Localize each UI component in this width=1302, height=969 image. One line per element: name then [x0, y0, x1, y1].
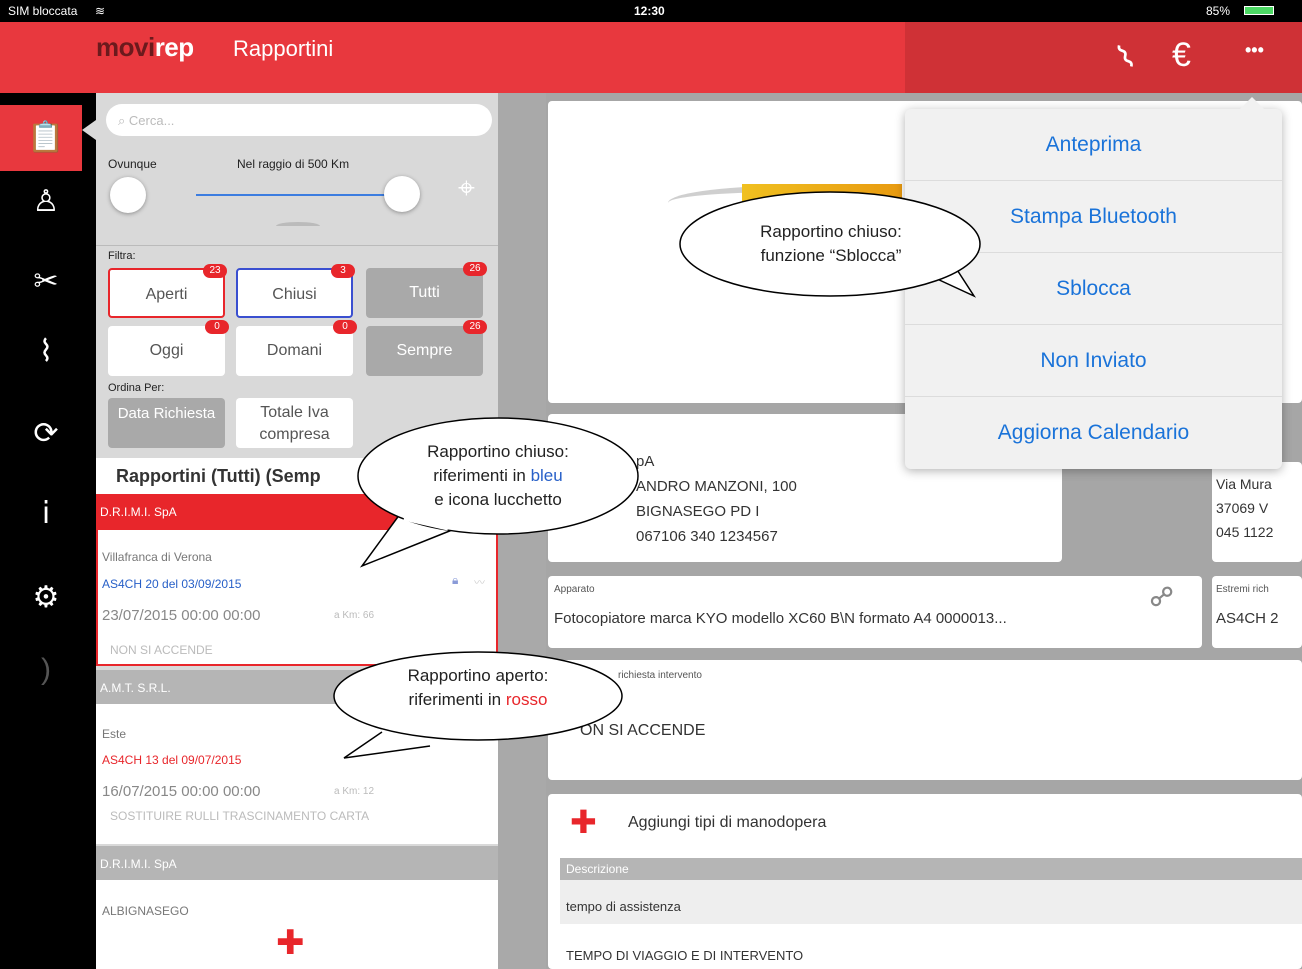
- table-cell: TEMPO DI VIAGGIO E DI INTERVENTO: [566, 948, 804, 963]
- item-description: SOSTITUIRE RULLI TRASCINAMENTO CARTA: [110, 809, 370, 823]
- attachment-icon[interactable]: ⌇: [24, 330, 68, 374]
- filter-label: Filtra:: [108, 250, 136, 262]
- more-icon[interactable]: •••: [1245, 40, 1264, 61]
- location-pin-icon[interactable]: ⌖: [458, 172, 475, 206]
- request-label: richiesta intervento: [618, 670, 702, 681]
- callout-text: Rapportino chiuso: riferimenti in bleu e…: [427, 442, 569, 509]
- location-city: 37069 V: [1216, 500, 1269, 516]
- item-distance: a Km: 66: [334, 610, 375, 621]
- callout-text: Rapportino chiuso: funzione “Sblocca”: [760, 222, 902, 265]
- callout-text: Rapportino aperto: riferimenti in rosso: [407, 666, 549, 709]
- app-logo: movirep: [96, 32, 194, 62]
- today-count-badge: 0: [205, 320, 229, 334]
- gear-icon[interactable]: ⚙: [24, 576, 68, 620]
- add-labor-button[interactable]: Aggiungi tipi di manodopera: [628, 814, 826, 832]
- menu-pointer: [1240, 97, 1264, 109]
- signal-icon: 〰: [474, 577, 485, 589]
- anywhere-label: Ovunque: [108, 157, 157, 171]
- location-phone: 045 1122: [1216, 524, 1274, 540]
- closed-count-badge: 3: [331, 264, 355, 278]
- client-address: ANDRO MANZONI, 100: [636, 478, 797, 495]
- selection-arrow: [82, 120, 96, 140]
- item-city: ALBIGNASEGO: [102, 904, 189, 918]
- add-icon[interactable]: ✚: [276, 926, 305, 960]
- nav-bar: [0, 22, 1302, 93]
- item-datetime: 16/07/2015 00:00 00:00: [102, 783, 261, 800]
- search-input[interactable]: ⌕ Cerca...: [106, 104, 492, 136]
- clock: 12:30: [634, 4, 665, 18]
- client-city: BIGNASEGO PD I: [636, 503, 760, 520]
- filter-all-button[interactable]: Tutti 26: [366, 262, 487, 318]
- callout-closed-refs: Rapportino chiuso: riferimenti in bleu e…: [340, 414, 644, 570]
- filter-open-button[interactable]: Aperti 23: [108, 264, 227, 318]
- section-header: D.R.I.M.I. SpA: [96, 846, 498, 880]
- item-city: Este: [102, 727, 127, 741]
- carrier-label: SIM bloccata: [8, 4, 78, 18]
- always-count-badge: 26: [463, 320, 487, 334]
- collapse-handle[interactable]: [276, 222, 320, 230]
- request-ref-label: Estremi rich: [1216, 584, 1269, 595]
- filter-today-button[interactable]: Oggi 0: [108, 320, 229, 376]
- status-bar: SIM bloccata ≋ 12:30 85%: [0, 0, 1302, 22]
- tools-icon[interactable]: ✂: [24, 260, 68, 304]
- all-count-badge: 26: [463, 262, 487, 276]
- item-reference: AS4CH 20 del 03/09/2015: [102, 577, 242, 591]
- battery-label: 85%: [1206, 4, 1231, 18]
- table-cell: tempo di assistenza: [566, 899, 681, 914]
- person-icon[interactable]: ♙: [24, 180, 68, 224]
- client-phones: 067106 340 1234567: [636, 528, 778, 545]
- callout-unlock: Rapportino chiuso: funzione “Sblocca”: [676, 188, 986, 300]
- filter-closed-button[interactable]: Chiusi 3: [236, 264, 355, 318]
- device-label: Apparato: [554, 584, 595, 595]
- filter-always-button[interactable]: Sempre 26: [366, 320, 487, 376]
- menu-item-not-sent[interactable]: Non Inviato: [905, 325, 1282, 397]
- radius-slider-knob[interactable]: [384, 176, 420, 212]
- sort-label: Ordina Per:: [108, 382, 165, 394]
- add-labor-icon[interactable]: ✚: [570, 806, 597, 838]
- search-icon: ⌕: [118, 113, 129, 128]
- sort-total-button[interactable]: Totale Iva compresa: [236, 398, 353, 448]
- item-reference: AS4CH 13 del 09/07/2015: [102, 753, 242, 767]
- device-value: Fotocopiatore marca KYO modello XC60 B\N…: [554, 610, 1007, 627]
- list-title: Rapportini (Tutti) (Semp: [116, 466, 321, 486]
- handle-icon[interactable]: ): [24, 648, 68, 692]
- clipboard-icon: 📋: [27, 121, 65, 154]
- radius-slider[interactable]: [196, 194, 400, 196]
- filter-tomorrow-button[interactable]: Domani 0: [236, 320, 357, 376]
- tomorrow-count-badge: 0: [333, 320, 357, 334]
- anywhere-toggle[interactable]: [110, 177, 146, 213]
- item-city: Villafranca di Verona: [102, 550, 212, 564]
- item-datetime: 23/07/2015 00:00 00:00: [102, 607, 261, 624]
- item-distance: a Km: 12: [334, 786, 375, 797]
- page-title: Rapportini: [233, 36, 334, 61]
- radius-label: Nel raggio di 500 Km: [237, 157, 350, 171]
- menu-item-preview[interactable]: Anteprima: [905, 109, 1282, 181]
- open-count-badge: 23: [203, 264, 227, 278]
- menu-item-update-calendar[interactable]: Aggiorna Calendario: [905, 397, 1282, 469]
- request-ref-value: AS4CH 2: [1216, 610, 1279, 627]
- item-description: NON SI ACCENDE: [110, 643, 213, 657]
- sort-date-button[interactable]: Data Richiesta: [108, 398, 225, 448]
- location-address: Via Mura: [1216, 476, 1272, 492]
- wifi-icon: ≋: [95, 4, 106, 18]
- info-icon[interactable]: ⅰ: [24, 492, 68, 536]
- sync-icon[interactable]: ⟳: [24, 412, 68, 456]
- euro-icon[interactable]: €: [1172, 36, 1191, 75]
- battery-icon: [1244, 6, 1274, 15]
- callout-open-refs: Rapportino aperto: riferimenti in rosso: [326, 650, 626, 762]
- table-header: Descrizione: [560, 858, 1302, 880]
- lock-icon: 🔒︎: [452, 573, 459, 587]
